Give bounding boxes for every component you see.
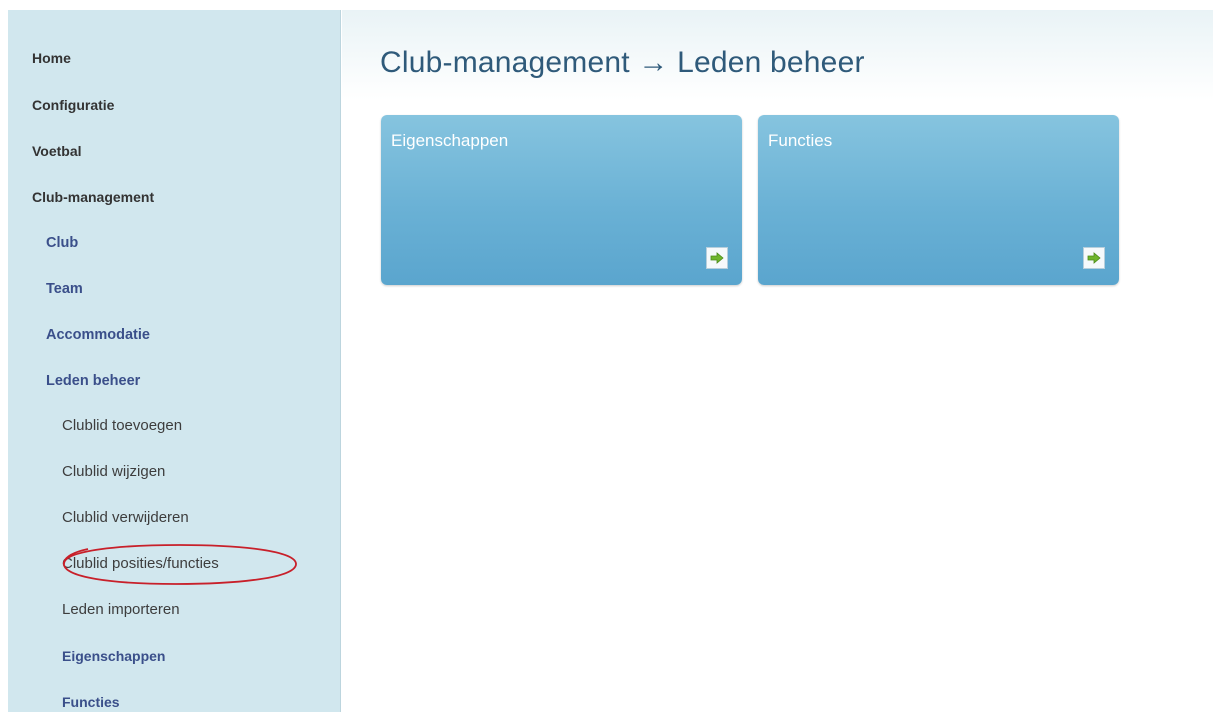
sidebar-item-leden-beheer[interactable]: Leden beheer bbox=[46, 372, 140, 390]
tile-title: Functies bbox=[768, 131, 833, 150]
sidebar-top-strip bbox=[8, 0, 341, 10]
arrow-right-icon bbox=[710, 252, 724, 264]
sidebar-item-clublid-wijzigen[interactable]: Clublid wijzigen bbox=[62, 463, 165, 481]
tile-go-button[interactable] bbox=[1083, 247, 1105, 269]
tile-go-button[interactable] bbox=[706, 247, 728, 269]
sidebar-item-clublid-toevoegen[interactable]: Clublid toevoegen bbox=[62, 417, 182, 435]
app-window: Home Configuratie Voetbal Club-managemen… bbox=[0, 0, 1213, 712]
sidebar-item-eigenschappen[interactable]: Eigenschappen bbox=[62, 647, 165, 665]
sidebar-item-functies[interactable]: Functies bbox=[62, 693, 120, 711]
sidebar-item-club[interactable]: Club bbox=[46, 234, 78, 252]
sidebar-item-clublid-posities-functies[interactable]: Clublid posities/functies bbox=[62, 555, 219, 573]
sidebar-item-club-management[interactable]: Club-management bbox=[32, 188, 154, 206]
tile-title: Eigenschappen bbox=[391, 131, 509, 150]
sidebar-item-home[interactable]: Home bbox=[32, 49, 71, 67]
sidebar-item-clublid-verwijderen[interactable]: Clublid verwijderen bbox=[62, 509, 189, 527]
sidebar-nav: Home Configuratie Voetbal Club-managemen… bbox=[8, 0, 341, 712]
sidebar-item-voetbal[interactable]: Voetbal bbox=[32, 142, 82, 160]
sidebar-item-team[interactable]: Team bbox=[46, 280, 83, 298]
tile-functies[interactable]: Functies bbox=[758, 115, 1119, 285]
sidebar-item-accommodatie[interactable]: Accommodatie bbox=[46, 326, 150, 344]
sidebar-item-configuratie[interactable]: Configuratie bbox=[32, 96, 114, 114]
page-title: Club-management → Leden beheer bbox=[380, 46, 865, 79]
arrow-right-icon bbox=[1087, 252, 1101, 264]
tile-eigenschappen[interactable]: Eigenschappen bbox=[381, 115, 742, 285]
main-content: Club-management → Leden beheer Eigenscha… bbox=[342, 0, 1213, 712]
sidebar-item-leden-importeren[interactable]: Leden importeren bbox=[62, 601, 180, 619]
